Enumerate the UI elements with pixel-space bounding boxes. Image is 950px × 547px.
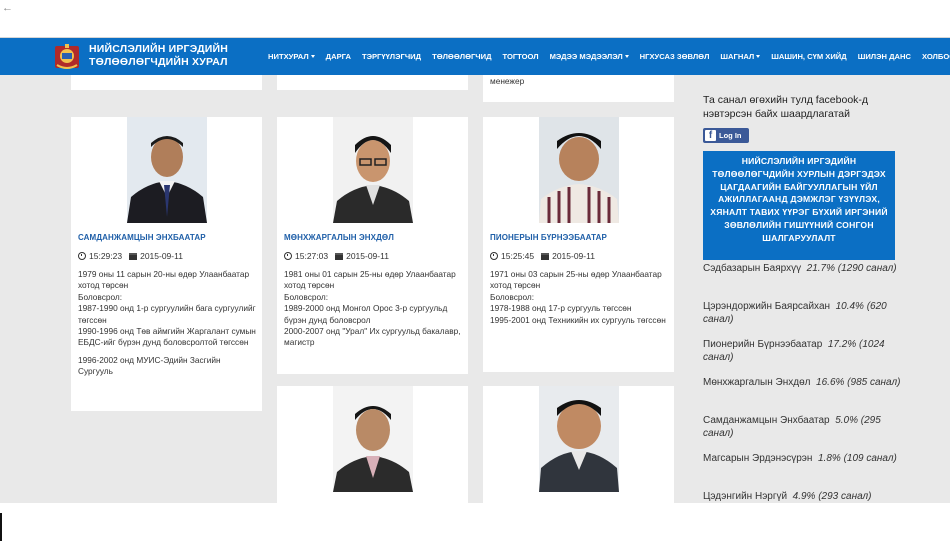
member-meta: 15:27:03 2015-09-11 <box>284 251 389 261</box>
member-card: САМДАНЖАМЦЫН ЭНХБААТАР 15:29:23 2015-09-… <box>71 117 262 411</box>
member-card <box>277 386 468 503</box>
main-content: менежер САМДАНЖАМЦЫН ЭНХБААТАР 15:29:23 … <box>0 75 950 503</box>
nav-item-kholboo[interactable]: ХОЛБОО БАРИХ <box>922 52 950 61</box>
member-photo[interactable] <box>332 386 413 492</box>
post-date: 2015-09-11 <box>140 251 183 261</box>
poll-result[interactable]: Мөнхжаргалын Энхдөл 16.6% (985 санал) <box>703 376 903 389</box>
nav-item-shagnal[interactable]: ШАГНАЛ <box>720 52 761 61</box>
member-card <box>483 386 674 503</box>
card-tail-col1 <box>71 75 262 90</box>
member-name-link[interactable]: ПИОНЕРЫН БҮРНЭЭБААТАР <box>490 233 607 242</box>
member-name-link[interactable]: МӨНХЖАРГАЛЫН ЭНХДӨЛ <box>284 233 394 242</box>
member-bio: 1971 оны 03 сарын 25-ны өдөр Улаанбаатар… <box>490 269 666 325</box>
post-time: 15:29:23 <box>89 251 123 261</box>
back-arrow-icon[interactable]: ← <box>2 2 13 14</box>
member-meta: 15:29:23 2015-09-11 <box>78 251 183 261</box>
poll-result[interactable]: Пионерийн Бүрнээбаатар 17.2% (1024 санал… <box>703 338 903 364</box>
main-navbar: НИЙСЛЭЛИЙН ИРГЭДИЙН ТӨЛӨӨЛӨГЧДИЙН ХУРАЛ … <box>0 38 950 75</box>
nav-item-shashin[interactable]: ШАШИН, СҮМ ХИЙД <box>771 52 846 61</box>
card-tail-col2 <box>277 75 468 90</box>
member-photo[interactable] <box>332 117 413 223</box>
chevron-down-icon <box>624 55 629 58</box>
post-time: 15:27:03 <box>295 251 329 261</box>
nav-item-nitkhural[interactable]: НИТХУРАЛ <box>268 52 315 61</box>
nav-menu: НИТХУРАЛ ДАРГА ТЭРГҮҮЛЭГЧИД ТӨЛӨӨЛӨГЧИД … <box>268 38 950 75</box>
clock-icon <box>78 252 86 260</box>
member-card: ПИОНЕРЫН БҮРНЭЭБААТАР 15:25:45 2015-09-1… <box>483 117 674 372</box>
nav-item-shilen-dans[interactable]: ШИЛЭН ДАНС <box>858 52 911 61</box>
nav-item-togtool[interactable]: ТОГТООЛ <box>503 52 539 61</box>
poll-result[interactable]: Цэрэндоржийн Баярсайхан 10.4% (620 санал… <box>703 300 903 326</box>
member-photo[interactable] <box>538 386 619 492</box>
poll-result[interactable]: Магсарын Эрдэнэсүрэн 1.8% (109 санал) <box>703 452 903 465</box>
poll-question: НИЙСЛЭЛИЙН ИРГЭДИЙН ТӨЛӨӨЛӨГЧДИЙН ХУРЛЫН… <box>703 151 895 260</box>
nav-item-terguulegchid[interactable]: ТЭРГҮҮЛЭГЧИД <box>362 52 421 61</box>
fb-login-button[interactable]: f Log In <box>703 128 749 143</box>
site-title[interactable]: НИЙСЛЭЛИЙН ИРГЭДИЙН ТӨЛӨӨЛӨГЧДИЙН ХУРАЛ <box>89 43 228 69</box>
poll-result[interactable]: Сэдбазарын Баярхүү 21.7% (1290 санал) <box>703 262 903 275</box>
post-date: 2015-09-11 <box>346 251 389 261</box>
cursor-caret <box>0 513 2 541</box>
fb-login-prompt: Та санал өгөхийн тулд facebook-д нэвтэрс… <box>703 94 869 120</box>
poll-result[interactable]: Цэдэнгийн Нэргүй 4.9% (293 санал) <box>703 490 903 503</box>
card-tail-col3: менежер <box>483 75 674 102</box>
member-name-link[interactable]: САМДАНЖАМЦЫН ЭНХБААТАР <box>78 233 206 242</box>
member-card: МӨНХЖАРГАЛЫН ЭНХДӨЛ 15:27:03 2015-09-11 … <box>277 117 468 374</box>
facebook-icon: f <box>705 130 716 141</box>
member-bio: 1979 оны 11 сарын 20-ны өдөр Улаанбаатар… <box>78 269 256 377</box>
calendar-icon <box>541 252 550 260</box>
fb-login-label: Log In <box>719 131 742 140</box>
clock-icon <box>490 252 498 260</box>
nav-item-medee[interactable]: МЭДЭЭ МЭДЭЭЛЭЛ <box>550 52 629 61</box>
nav-item-ngkhusaz[interactable]: НГХУСАЗ ЗӨВЛӨЛ <box>640 52 710 61</box>
member-meta: 15:25:45 2015-09-11 <box>490 251 595 261</box>
page-bottom <box>0 503 950 547</box>
site-title-line2: ТӨЛӨӨЛӨГЧДИЙН ХУРАЛ <box>89 56 228 68</box>
site-title-line1: НИЙСЛЭЛИЙН ИРГЭДИЙН <box>89 43 229 55</box>
card-tail-text: менежер <box>490 76 525 86</box>
member-bio: 1981 оны 01 сарын 25-ны өдөр Улаанбаатар… <box>284 269 461 348</box>
nav-item-tuluulugchid[interactable]: ТӨЛӨӨЛӨГЧИД <box>432 52 491 61</box>
post-date: 2015-09-11 <box>552 251 595 261</box>
browser-chrome: ← <box>0 0 950 38</box>
city-emblem-icon[interactable] <box>53 43 81 71</box>
poll-result[interactable]: Самданжамцын Энхбаатар 5.0% (295 санал) <box>703 414 903 440</box>
chevron-down-icon <box>310 55 315 58</box>
member-photo[interactable] <box>538 117 619 223</box>
clock-icon <box>284 252 292 260</box>
calendar-icon <box>335 252 344 260</box>
chevron-down-icon <box>756 55 761 58</box>
calendar-icon <box>129 252 138 260</box>
member-photo[interactable] <box>126 117 207 223</box>
post-time: 15:25:45 <box>501 251 535 261</box>
nav-item-darga[interactable]: ДАРГА <box>326 52 351 61</box>
